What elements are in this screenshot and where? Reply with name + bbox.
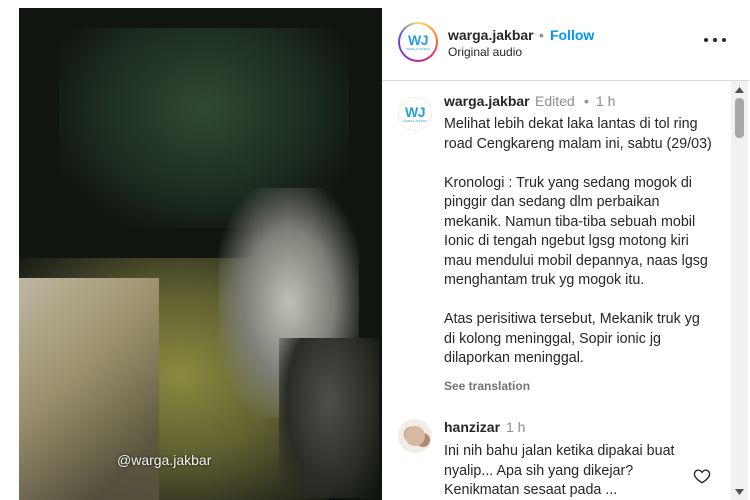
caption-edited-label: Edited [535,93,575,109]
caption-text: Melihat lebih dekat laka lantas di tol r… [444,116,712,366]
see-translation-link[interactable]: See translation [444,379,530,393]
comment-text: Ini nih bahu jalan ketika dipakai buat n… [444,443,675,498]
scroll-thumb[interactable] [735,98,744,138]
avatar-logo-text: WJ [405,104,426,120]
road-blur [279,338,379,498]
comments-list: WJ WARGA JAKBAR warga.jakbar Edited • 1 … [382,81,730,500]
scroll-down-arrow-icon[interactable] [731,483,748,500]
avatar-logo-subtext: WARGA JAKBAR [406,47,430,51]
author-username[interactable]: warga.jakbar [448,27,534,43]
commenter-avatar[interactable] [398,419,432,453]
follow-button[interactable]: Follow [550,27,594,43]
commenter-photo [405,426,425,446]
post-sidebar: WJ WARGA JAKBAR warga.jakbar • Follow Or… [382,8,750,500]
comments-scrollbar[interactable] [731,81,748,500]
video-player[interactable]: @warga.jakbar [19,8,382,500]
author-avatar[interactable]: WJ WARGA JAKBAR [398,22,438,62]
avatar-logo-text: WJ [408,32,429,48]
video-watermark: @warga.jakbar [117,452,212,468]
comment-timestamp[interactable]: 1 h [506,419,525,435]
scroll-up-arrow-icon[interactable] [731,81,748,98]
avatar-logo-subtext: WARGA JAKBAR [403,119,427,123]
audio-link[interactable]: Original audio [448,45,522,59]
caption-author-avatar[interactable]: WJ WARGA JAKBAR [398,97,432,131]
caption-separator: • [584,93,589,109]
post-header: WJ WARGA JAKBAR warga.jakbar • Follow Or… [382,8,750,81]
header-separator: • [539,27,544,43]
comment-username[interactable]: hanzizar [444,419,500,435]
more-options-icon[interactable] [704,30,726,50]
caption-timestamp[interactable]: 1 h [596,93,615,109]
heart-icon[interactable] [693,467,711,485]
caption-username[interactable]: warga.jakbar [444,93,530,109]
